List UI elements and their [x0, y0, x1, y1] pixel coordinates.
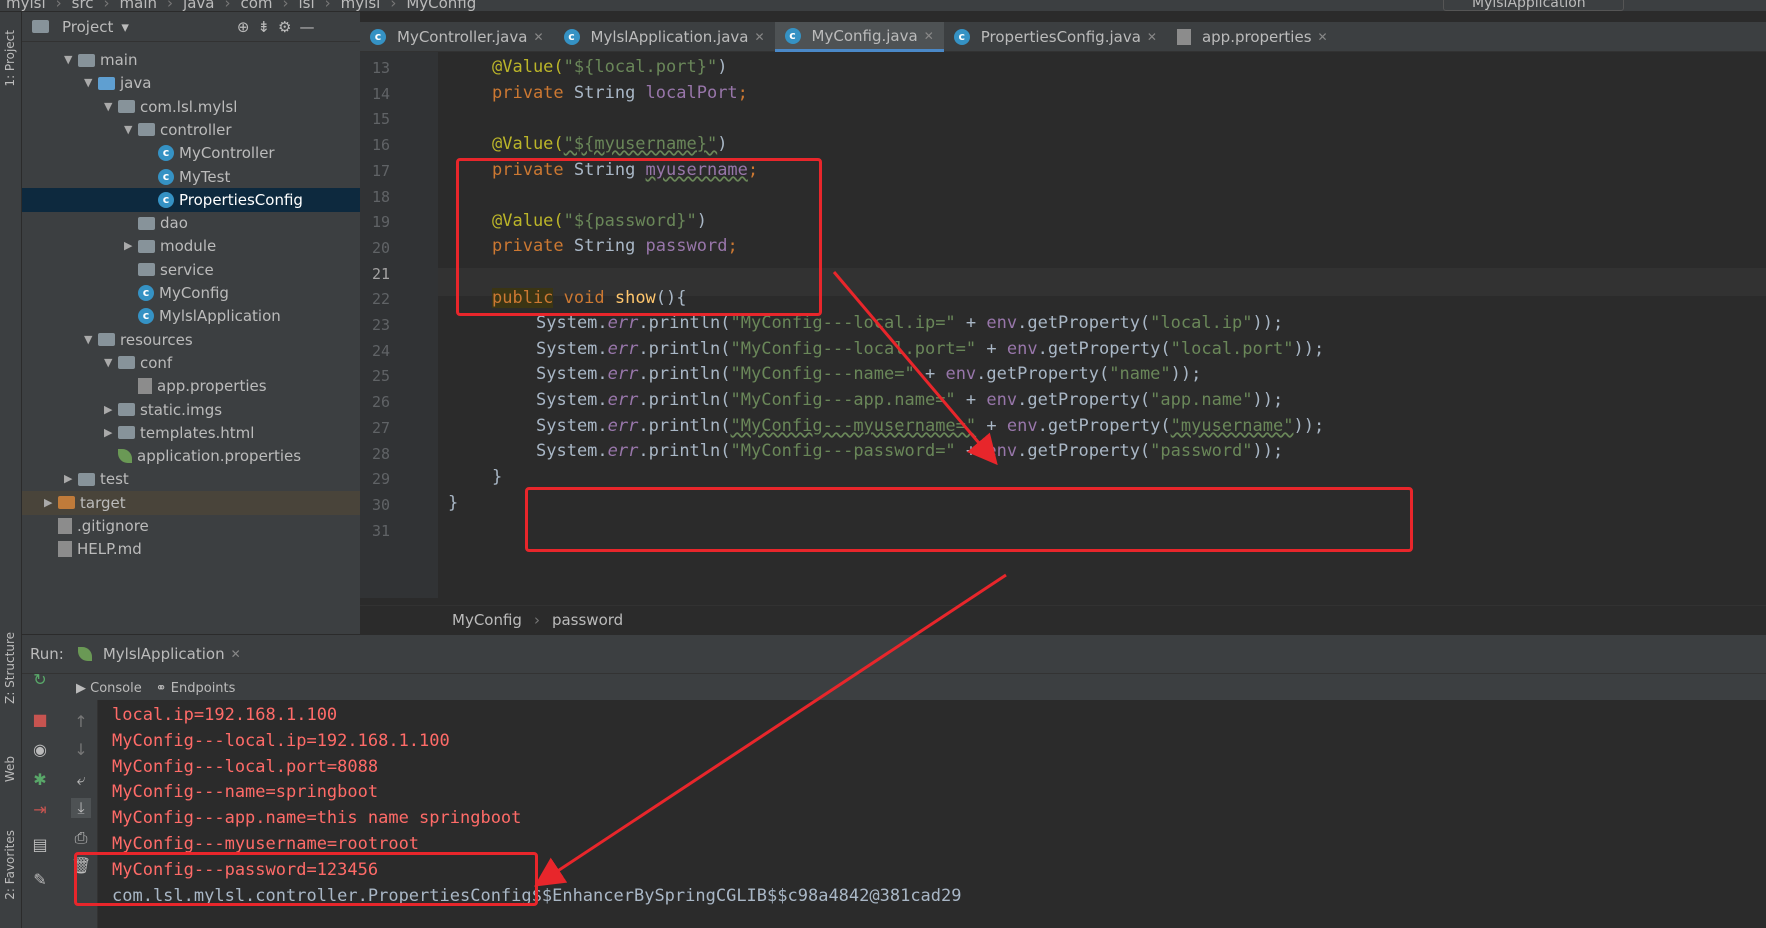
annotation-arrow-down: [832, 271, 998, 466]
annotation-arrow-to-console: [533, 573, 1007, 887]
annotation-arrows: [533, 271, 1007, 887]
